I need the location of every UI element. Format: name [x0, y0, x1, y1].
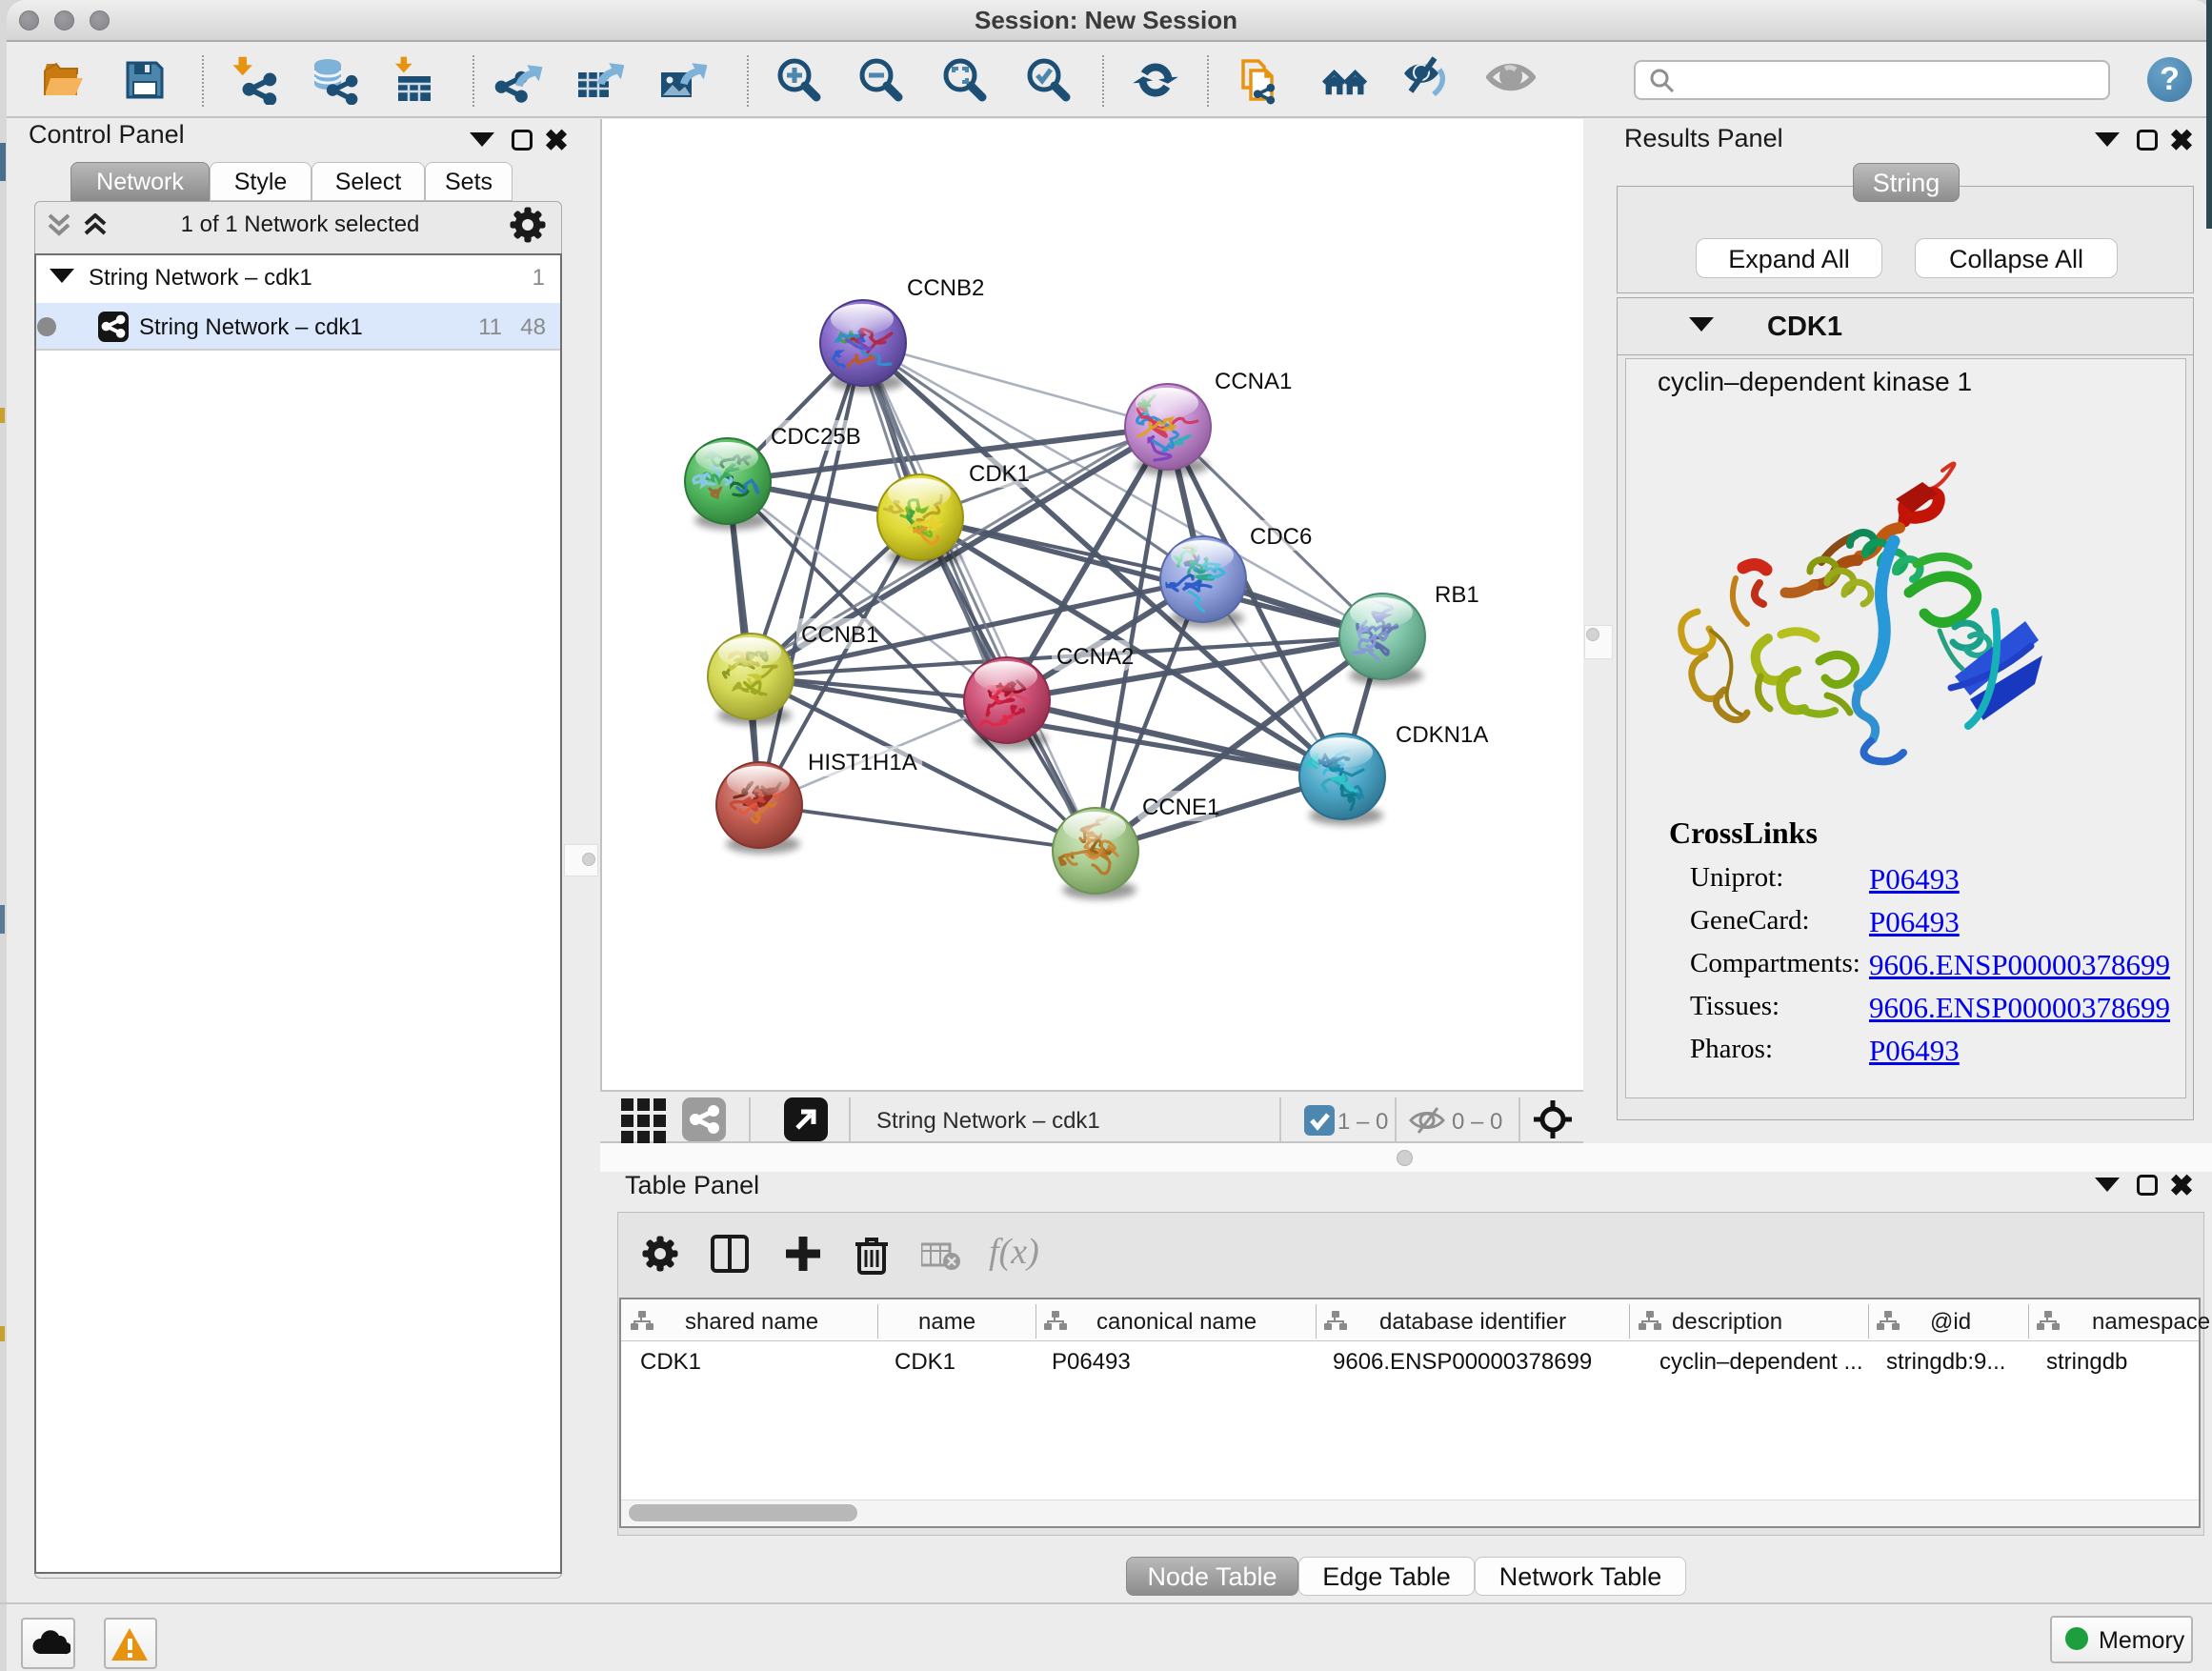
- svg-text:CCNA1: CCNA1: [1215, 369, 1292, 394]
- svg-text:CCNE1: CCNE1: [1142, 795, 1219, 820]
- svg-text:CDC6: CDC6: [1250, 524, 1312, 550]
- svg-text:CCNB2: CCNB2: [907, 275, 984, 301]
- svg-text:CDC25B: CDC25B: [771, 424, 861, 450]
- svg-text:HIST1H1A: HIST1H1A: [808, 750, 917, 775]
- svg-text:CCNA2: CCNA2: [1056, 644, 1134, 670]
- svg-text:CCNB1: CCNB1: [801, 622, 878, 648]
- svg-text:RB1: RB1: [1435, 582, 1479, 608]
- svg-text:CDKN1A: CDKN1A: [1396, 722, 1488, 748]
- svg-text:CDK1: CDK1: [969, 461, 1030, 487]
